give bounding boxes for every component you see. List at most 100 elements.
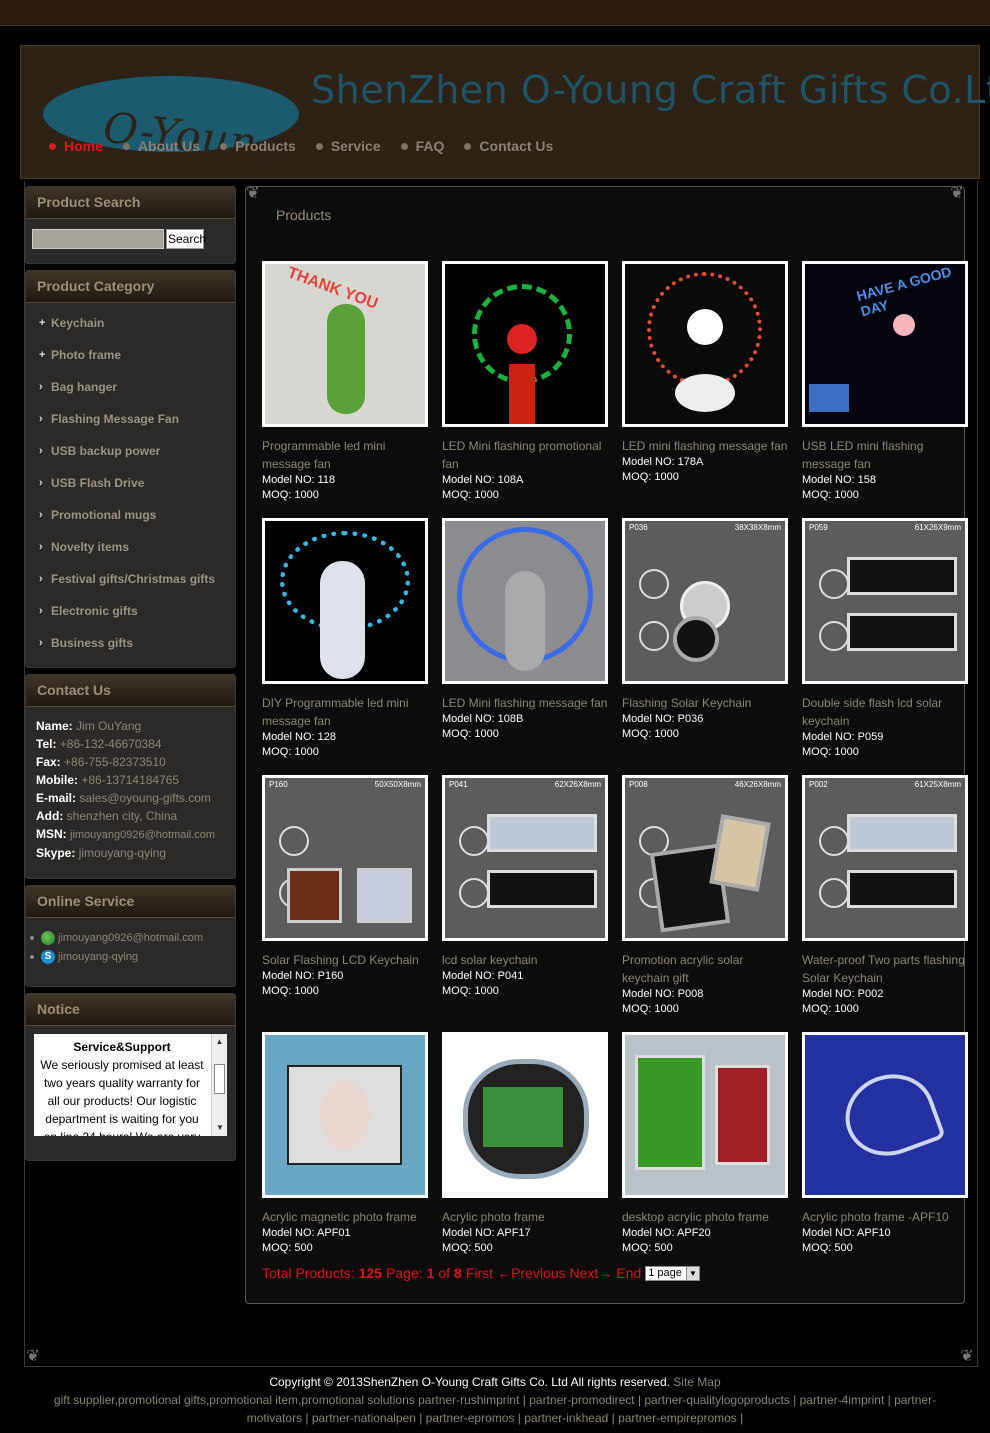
end-link[interactable]: End <box>616 1265 641 1281</box>
category-item[interactable]: › Electronic gifts <box>26 595 235 627</box>
product-card[interactable]: Acrylic photo frame Model NO: APF17 MOQ: 5… <box>442 1032 608 1256</box>
product-card[interactable]: desktop acrylic photo frame Model NO: APF… <box>622 1032 788 1256</box>
product-thumbnail[interactable]: P036 38X38X8mm <box>622 518 788 684</box>
first-link[interactable]: First <box>466 1265 493 1281</box>
product-card[interactable]: Acrylic magnetic photo frame Model NO: AP… <box>262 1032 428 1256</box>
product-name[interactable]: desktop acrylic photo frame <box>622 1208 788 1226</box>
product-name[interactable]: LED mini flashing message fan <box>622 437 788 455</box>
category-item[interactable]: › Business gifts <box>26 627 235 659</box>
product-name[interactable]: Solar Flashing LCD Keychain <box>262 951 428 969</box>
product-image: P160 50X50X8mm <box>265 778 425 938</box>
product-name[interactable]: USB LED mini flashing message fan <box>802 437 968 473</box>
product-card[interactable]: P002 61X25X8mm Water-proof Two parts flash… <box>802 775 968 1017</box>
page-select[interactable]: 1 page ▼ <box>645 1265 700 1281</box>
previous-link[interactable]: ←Previous <box>497 1265 565 1281</box>
product-card[interactable]: DIY Programmable led mini message fan Mod… <box>262 518 428 760</box>
current-page: 1 <box>426 1265 435 1281</box>
product-thumbnail[interactable] <box>802 1032 968 1198</box>
nav-item-faq[interactable]: FAQ <box>400 138 444 154</box>
product-card[interactable]: P036 38X38X8mm Flashing Solar Keychain Mode… <box>622 518 788 742</box>
notice-panel: Notice Service&Support We seriously prom… <box>25 993 236 1161</box>
nav-item-home[interactable]: Home <box>49 138 103 154</box>
scroll-thumb[interactable] <box>214 1064 225 1094</box>
category-item[interactable]: + Keychain <box>26 307 235 339</box>
product-name[interactable]: Double side flash lcd solar keychain <box>802 694 968 730</box>
nav-item-products[interactable]: Products <box>220 138 296 154</box>
product-name[interactable]: Acrylic photo frame <box>442 1208 608 1226</box>
product-thumbnail[interactable]: P008 46X26X8mm <box>622 775 788 941</box>
product-card[interactable]: P160 50X50X8mm Solar Flashing LCD Keychain… <box>262 775 428 999</box>
skype-contact[interactable]: S jimouyang-qying <box>30 947 231 966</box>
chevron-right-icon: › <box>39 413 43 425</box>
category-item[interactable]: › Flashing Message Fan <box>26 403 235 435</box>
category-item[interactable]: › USB backup power <box>26 435 235 467</box>
product-name[interactable]: lcd solar keychain <box>442 951 608 969</box>
product-thumbnail[interactable]: THANK YOU <box>262 261 428 427</box>
product-thumbnail[interactable]: HAVE A GOOD DAY <box>802 261 968 427</box>
search-input[interactable] <box>32 229 164 249</box>
nav-item-about-us[interactable]: About Us <box>122 138 200 154</box>
panel-title: Product Category <box>26 271 235 303</box>
product-thumbnail[interactable] <box>622 261 788 427</box>
site-map-link[interactable]: Site Map <box>673 1375 720 1389</box>
product-thumbnail[interactable]: P059 61X26X9mm <box>802 518 968 684</box>
nav-item-service[interactable]: Service <box>315 138 381 154</box>
product-thumbnail[interactable]: P160 50X50X8mm <box>262 775 428 941</box>
search-button[interactable]: Search <box>166 229 206 249</box>
product-name[interactable]: DIY Programmable led mini message fan <box>262 694 428 730</box>
category-item[interactable]: › Festival gifts/Christmas gifts <box>26 563 235 595</box>
product-card[interactable]: Acrylic photo frame -APF10 Model NO: APF1… <box>802 1032 968 1256</box>
product-model: Model NO: P036 <box>622 713 704 725</box>
product-thumbnail[interactable] <box>622 1032 788 1198</box>
msn-contact[interactable]: jimouyang0926@hotmail.com <box>30 928 231 947</box>
product-card[interactable]: LED mini flashing message fan Model NO: 1… <box>622 261 788 485</box>
contact-value[interactable]: sales@oyoung-gifts.com <box>79 791 211 805</box>
product-model: Model NO: APF20 <box>622 1227 711 1239</box>
category-item[interactable]: + Photo frame <box>26 339 235 371</box>
nav-item-contact-us[interactable]: Contact Us <box>464 138 553 154</box>
product-card[interactable]: LED Mini flashing promotional fan Model N… <box>442 261 608 503</box>
category-item[interactable]: › Novelty items <box>26 531 235 563</box>
scroll-down-icon[interactable]: ▼ <box>212 1120 227 1136</box>
product-image <box>445 1035 605 1195</box>
contact-row: Add: shenzhen city, China <box>36 807 225 825</box>
product-model: Model NO: P160 <box>262 970 344 982</box>
product-thumbnail[interactable] <box>262 1032 428 1198</box>
product-card[interactable]: HAVE A GOOD DAY USB LED mini flashing mes… <box>802 261 968 503</box>
category-item[interactable]: › USB Flash Drive <box>26 467 235 499</box>
product-name[interactable]: Water-proof Two parts flashing Solar Key… <box>802 951 968 987</box>
product-card[interactable]: P059 61X26X9mm Double side flash lcd solar… <box>802 518 968 760</box>
product-name[interactable]: Acrylic photo frame -APF10 <box>802 1208 968 1226</box>
category-item[interactable]: › Bag hanger <box>26 371 235 403</box>
corner-ornament-icon: ❦ <box>960 1348 974 1365</box>
notice-heading: Service&Support <box>73 1040 171 1054</box>
page-select-value: 1 page <box>648 1267 682 1279</box>
product-card[interactable]: P041 62X26X8mm lcd solar keychain Model NO:… <box>442 775 608 999</box>
product-name[interactable]: Acrylic magnetic photo frame <box>262 1208 428 1226</box>
scroll-up-icon[interactable]: ▲ <box>212 1034 227 1050</box>
product-thumbnail[interactable]: P041 62X26X8mm <box>442 775 608 941</box>
product-card[interactable]: LED Mini flashing message fan Model NO: 1… <box>442 518 608 742</box>
product-thumbnail[interactable] <box>262 518 428 684</box>
footer-links[interactable]: gift supplier,promotional gifts,promotio… <box>0 1391 990 1427</box>
product-card[interactable]: THANK YOU Programmable led mini message f… <box>262 261 428 503</box>
notice-scrollbox[interactable]: Service&Support We seriously promised at… <box>34 1034 227 1136</box>
product-name[interactable]: Programmable led mini message fan <box>262 437 428 473</box>
product-thumbnail[interactable] <box>442 1032 608 1198</box>
product-name[interactable]: LED Mini flashing promotional fan <box>442 437 608 473</box>
product-card[interactable]: P008 46X26X8mm Promotion acrylic solar key… <box>622 775 788 1017</box>
product-thumbnail[interactable] <box>442 518 608 684</box>
product-name[interactable]: Flashing Solar Keychain <box>622 694 788 712</box>
plus-icon: + <box>39 317 46 329</box>
product-name[interactable]: Promotion acrylic solar keychain gift <box>622 951 788 987</box>
product-moq: MOQ: 1000 <box>442 985 499 997</box>
bullet-icon <box>30 935 34 940</box>
notice-scrollbar[interactable]: ▲ ▼ <box>211 1034 227 1136</box>
next-link[interactable]: Next→ <box>570 1265 613 1281</box>
product-thumbnail[interactable]: P002 61X25X8mm <box>802 775 968 941</box>
product-thumbnail[interactable] <box>442 261 608 427</box>
category-item[interactable]: › Promotional mugs <box>26 499 235 531</box>
product-name[interactable]: LED Mini flashing message fan <box>442 694 608 712</box>
page-label: Page: <box>385 1265 423 1281</box>
chevron-right-icon: › <box>39 477 43 489</box>
